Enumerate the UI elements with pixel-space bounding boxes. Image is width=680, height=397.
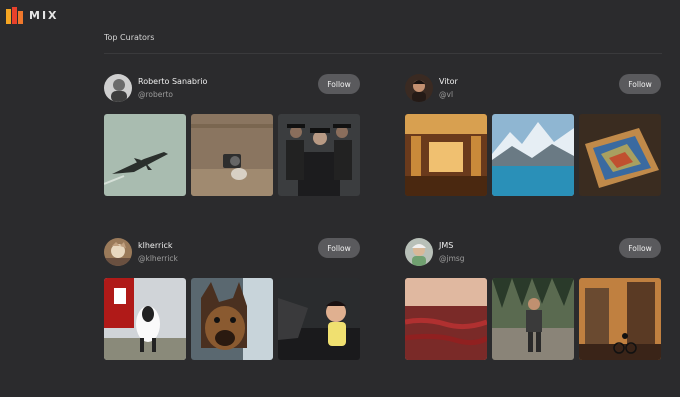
curator-handle: @jmsg bbox=[439, 254, 465, 263]
thumbnail[interactable] bbox=[104, 278, 186, 360]
follow-button[interactable]: Follow bbox=[318, 74, 360, 94]
curator-card: Roberto Sanabrio @roberto Follow bbox=[104, 74, 360, 196]
follow-button[interactable]: Follow bbox=[619, 238, 661, 258]
thumbnail[interactable] bbox=[579, 278, 661, 360]
divider bbox=[104, 53, 662, 54]
avatar[interactable] bbox=[405, 74, 433, 102]
follow-button[interactable]: Follow bbox=[619, 74, 661, 94]
section-title: Top Curators bbox=[104, 33, 155, 42]
mix-logo-icon bbox=[6, 7, 23, 24]
thumbnail[interactable] bbox=[104, 114, 186, 196]
thumbnail[interactable] bbox=[492, 114, 574, 196]
curator-name[interactable]: Vitor bbox=[439, 77, 458, 86]
logo-text: MIX bbox=[29, 9, 59, 22]
curator-card: Vitor @vl Follow bbox=[405, 74, 661, 196]
curator-name[interactable]: Roberto Sanabrio bbox=[138, 77, 207, 86]
thumbnail[interactable] bbox=[191, 278, 273, 360]
avatar[interactable] bbox=[104, 74, 132, 102]
thumbnail[interactable] bbox=[405, 278, 487, 360]
thumbnail[interactable] bbox=[278, 114, 360, 196]
curator-handle: @klherrick bbox=[138, 254, 178, 263]
follow-button[interactable]: Follow bbox=[318, 238, 360, 258]
curator-handle: @vl bbox=[439, 90, 454, 99]
avatar[interactable] bbox=[104, 238, 132, 266]
curator-name[interactable]: klherrick bbox=[138, 241, 173, 250]
thumbnail[interactable] bbox=[191, 114, 273, 196]
thumbnail[interactable] bbox=[278, 278, 360, 360]
curator-handle: @roberto bbox=[138, 90, 173, 99]
mix-logo[interactable]: MIX bbox=[6, 7, 59, 24]
curator-name[interactable]: JMS bbox=[439, 241, 453, 250]
avatar[interactable] bbox=[405, 238, 433, 266]
curator-card: klherrick @klherrick Follow bbox=[104, 238, 360, 360]
thumbnail[interactable] bbox=[405, 114, 487, 196]
curator-card: JMS @jmsg Follow bbox=[405, 238, 661, 360]
thumbnail[interactable] bbox=[492, 278, 574, 360]
thumbnail[interactable] bbox=[579, 114, 661, 196]
